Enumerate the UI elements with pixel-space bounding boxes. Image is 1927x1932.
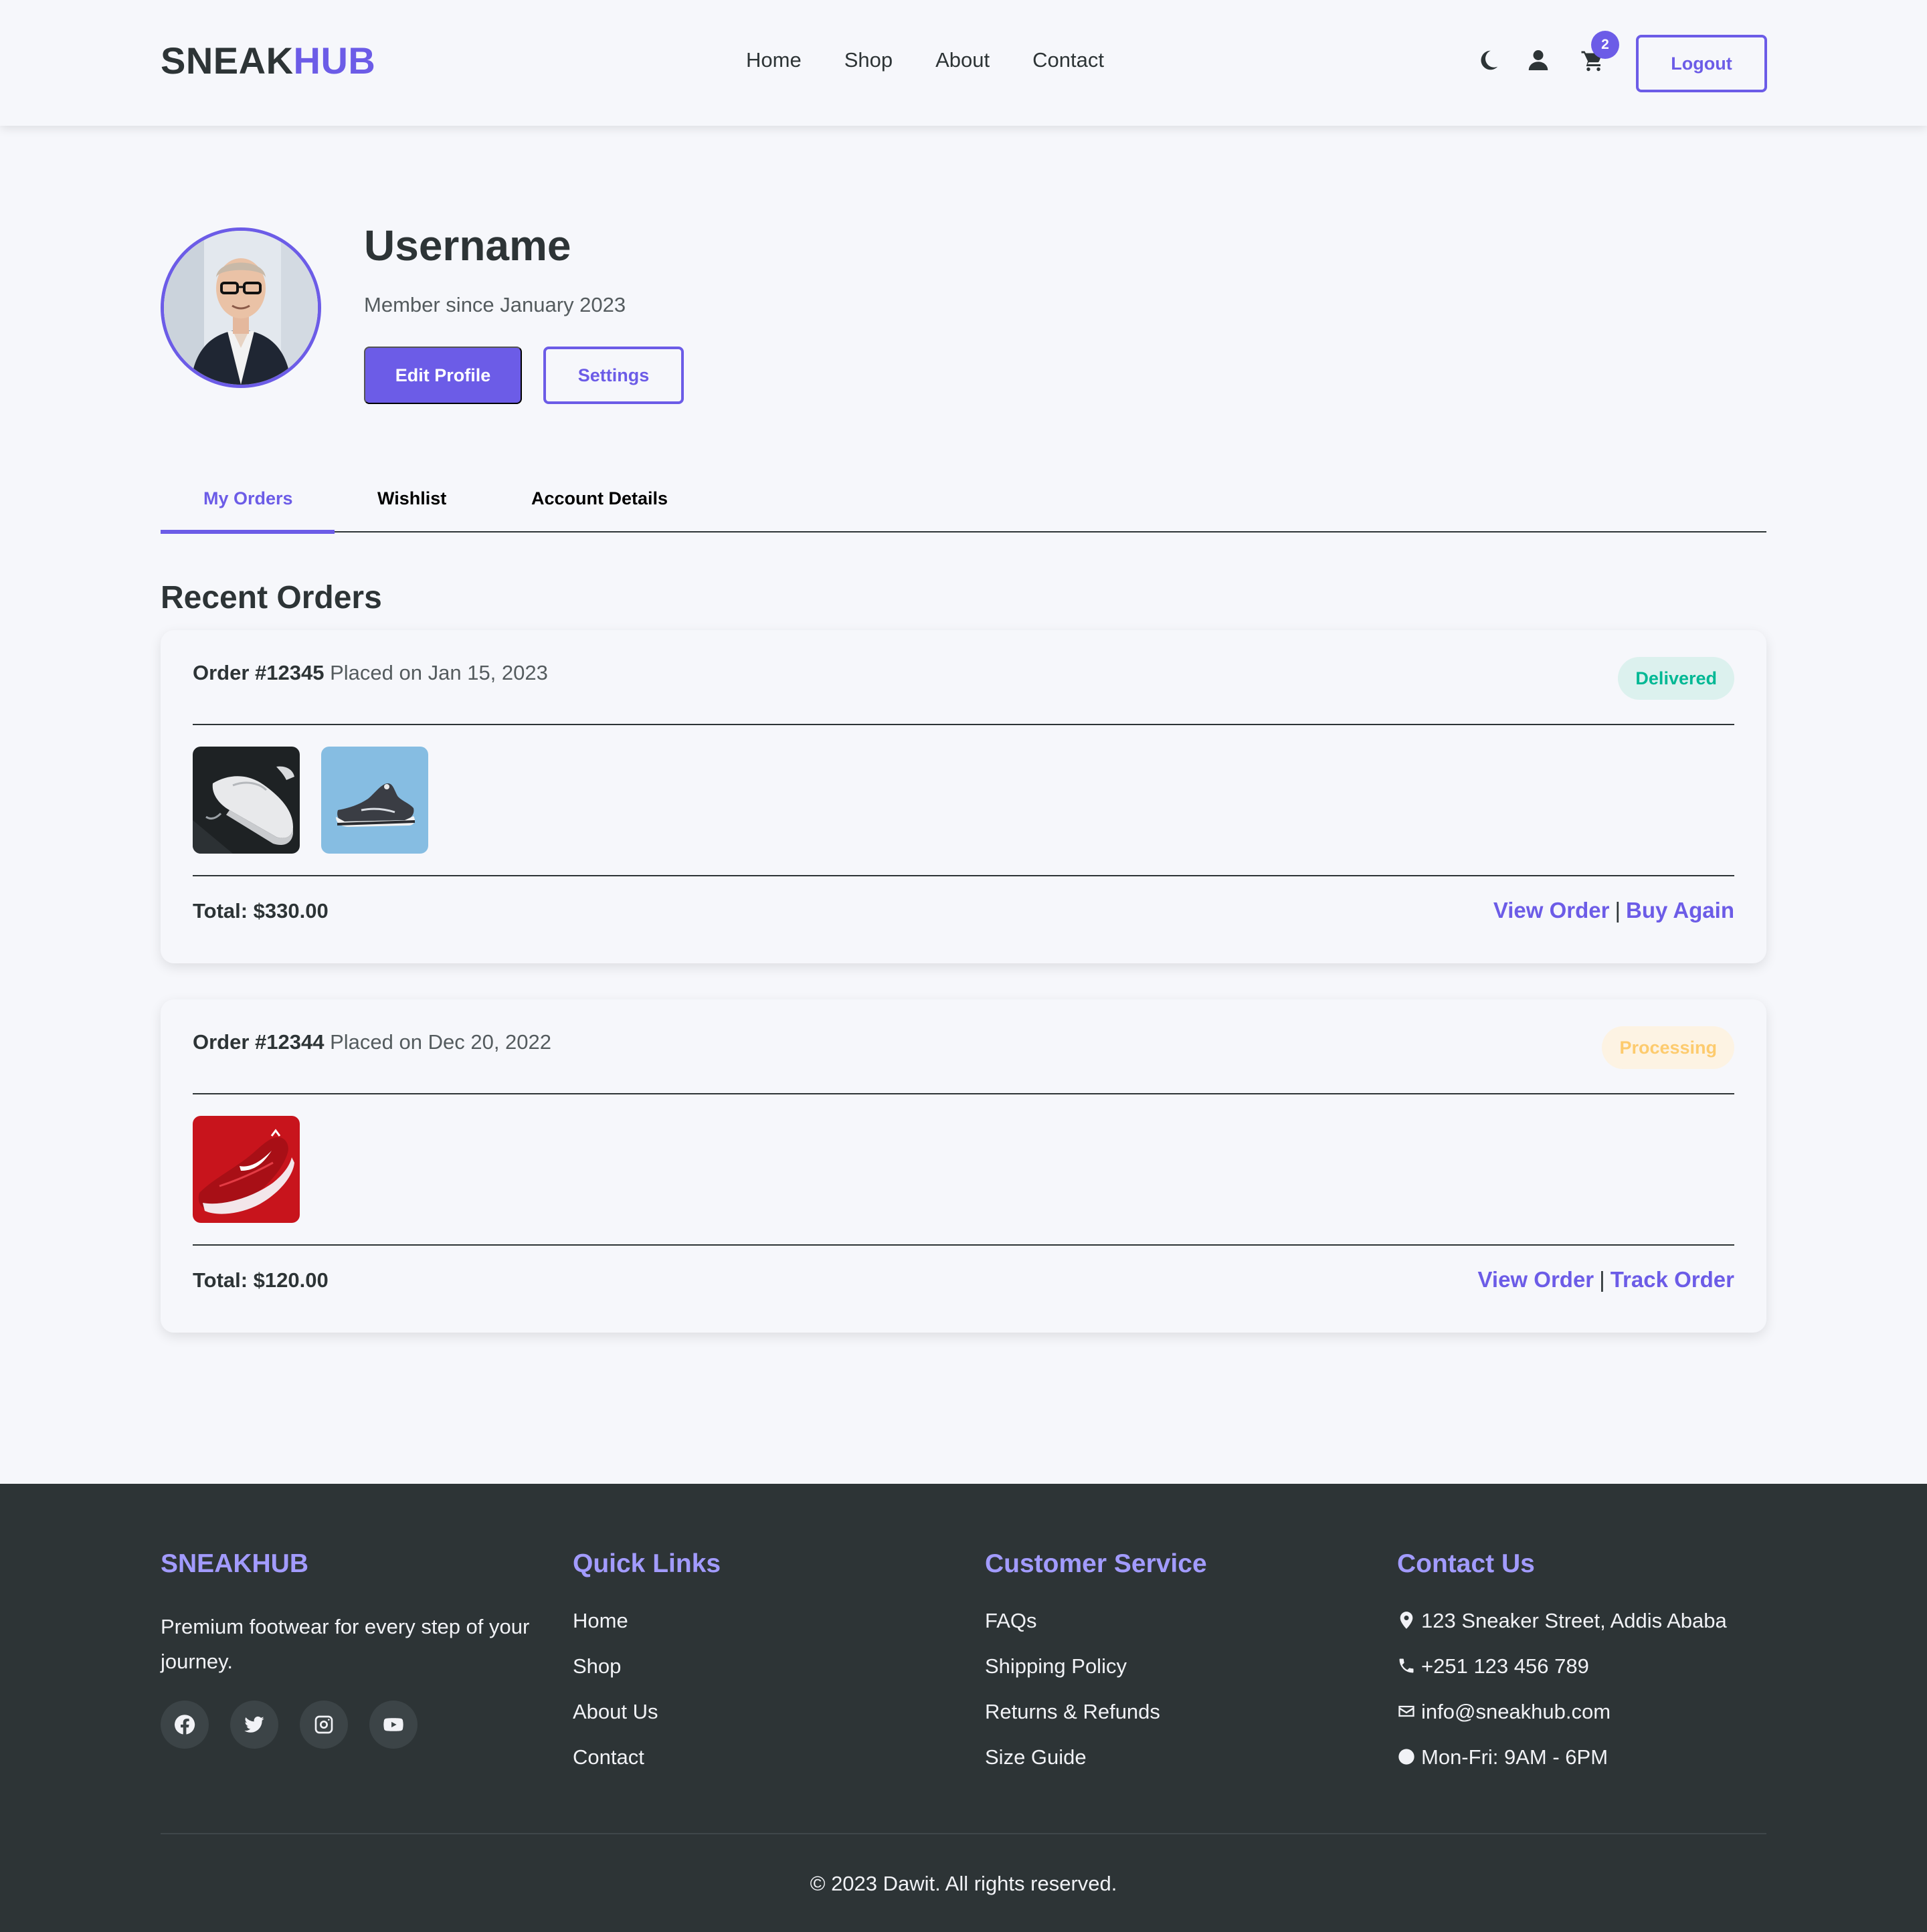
track-order-link[interactable]: Track Order bbox=[1611, 1267, 1734, 1292]
footer-link-faqs[interactable]: FAQs bbox=[985, 1610, 1207, 1655]
order-date: Placed on Jan 15, 2023 bbox=[330, 661, 548, 684]
contact-address: 123 Sneaker Street, Addis Ababa bbox=[1397, 1610, 1727, 1655]
order-date: Placed on Dec 20, 2022 bbox=[330, 1030, 552, 1054]
avatar bbox=[161, 227, 321, 388]
link-separator: | bbox=[1615, 898, 1621, 923]
profile-username: Username bbox=[364, 221, 571, 270]
order-number: Order #12344 bbox=[193, 1030, 325, 1054]
product-thumbnail[interactable] bbox=[193, 1116, 300, 1223]
site-footer: SNEAKHUB Premium footwear for every step… bbox=[0, 1484, 1927, 1932]
social-links bbox=[161, 1701, 418, 1749]
footer-link-home[interactable]: Home bbox=[573, 1610, 721, 1655]
order-card: Order #12345 Placed on Jan 15, 2023 Deli… bbox=[161, 630, 1766, 963]
edit-profile-button[interactable]: Edit Profile bbox=[364, 347, 522, 404]
footer-link-contact[interactable]: Contact bbox=[573, 1746, 721, 1792]
divider bbox=[193, 1244, 1734, 1246]
nav-about[interactable]: About bbox=[935, 48, 990, 72]
footer-brand: SNEAKHUB bbox=[161, 1549, 309, 1578]
order-actions: View Order | Track Order bbox=[1478, 1267, 1735, 1292]
order-number: Order #12345 bbox=[193, 661, 325, 684]
settings-button[interactable]: Settings bbox=[543, 347, 684, 404]
logo-text-sneak: SNEAK bbox=[161, 39, 294, 82]
contact-hours-text: Mon-Fri: 9AM - 6PM bbox=[1421, 1745, 1609, 1769]
divider bbox=[193, 724, 1734, 725]
contact-email: info@sneakhub.com bbox=[1397, 1701, 1727, 1746]
divider bbox=[193, 875, 1734, 876]
order-actions: View Order | Buy Again bbox=[1493, 898, 1734, 923]
map-marker-icon bbox=[1400, 1612, 1413, 1629]
product-thumbnail[interactable] bbox=[193, 747, 300, 854]
footer-link-shop[interactable]: Shop bbox=[573, 1655, 721, 1701]
order-card: Order #12344 Placed on Dec 20, 2022 Proc… bbox=[161, 999, 1766, 1333]
profile-tabs: My Orders Wishlist Account Details bbox=[161, 468, 1766, 534]
clock-icon bbox=[1398, 1749, 1414, 1765]
order-total: Total: $120.00 bbox=[193, 1268, 329, 1292]
site-header: SNEAKHUB Home Shop About Contact 2 Logou… bbox=[0, 0, 1927, 126]
tab-account-details[interactable]: Account Details bbox=[531, 488, 668, 509]
nav-contact[interactable]: Contact bbox=[1032, 48, 1104, 72]
twitter-icon[interactable] bbox=[230, 1701, 278, 1749]
tab-my-orders[interactable]: My Orders bbox=[203, 488, 293, 509]
view-order-link[interactable]: View Order bbox=[1478, 1267, 1594, 1292]
logo-text-hub: HUB bbox=[293, 39, 376, 82]
order-total: Total: $330.00 bbox=[193, 899, 329, 923]
tab-wishlist[interactable]: Wishlist bbox=[377, 488, 446, 509]
footer-link-about-us[interactable]: About Us bbox=[573, 1701, 721, 1746]
logout-button[interactable]: Logout bbox=[1636, 35, 1767, 92]
recent-orders-title: Recent Orders bbox=[161, 580, 382, 615]
nav-home[interactable]: Home bbox=[746, 48, 802, 72]
status-badge: Processing bbox=[1602, 1026, 1734, 1069]
contact-address-text: 123 Sneaker Street, Addis Ababa bbox=[1421, 1609, 1727, 1632]
contact-email-text[interactable]: info@sneakhub.com bbox=[1421, 1701, 1611, 1723]
order-header: Order #12344 Placed on Dec 20, 2022 bbox=[193, 1030, 551, 1054]
copyright: © 2023 Dawit. All rights reserved. bbox=[810, 1872, 1117, 1895]
footer-link-returns-refunds[interactable]: Returns & Refunds bbox=[985, 1701, 1207, 1746]
view-order-link[interactable]: View Order bbox=[1493, 898, 1610, 923]
footer-divider bbox=[161, 1833, 1766, 1834]
user-icon[interactable] bbox=[1525, 47, 1552, 74]
footer-link-size-guide[interactable]: Size Guide bbox=[985, 1746, 1207, 1792]
footer-quick-links: Quick Links Home Shop About Us Contact bbox=[573, 1549, 721, 1792]
youtube-icon[interactable] bbox=[369, 1701, 418, 1749]
contact-phone-text[interactable]: +251 123 456 789 bbox=[1421, 1655, 1589, 1678]
link-separator: | bbox=[1599, 1267, 1605, 1292]
phone-icon bbox=[1399, 1658, 1414, 1673]
product-thumbnail[interactable] bbox=[321, 747, 428, 854]
status-badge: Delivered bbox=[1618, 657, 1734, 700]
contact-us-title: Contact Us bbox=[1397, 1549, 1535, 1578]
order-header: Order #12345 Placed on Jan 15, 2023 bbox=[193, 661, 548, 685]
footer-customer-service: Customer Service FAQs Shipping Policy Re… bbox=[985, 1549, 1207, 1792]
envelope-icon bbox=[1398, 1705, 1414, 1717]
contact-hours: Mon-Fri: 9AM - 6PM bbox=[1397, 1746, 1727, 1792]
contact-phone: +251 123 456 789 bbox=[1397, 1655, 1727, 1701]
cart-count-badge: 2 bbox=[1591, 31, 1619, 59]
buy-again-link[interactable]: Buy Again bbox=[1626, 898, 1734, 923]
member-since: Member since January 2023 bbox=[364, 293, 626, 316]
footer-tagline: Premium footwear for every step of your … bbox=[161, 1615, 530, 1673]
facebook-icon[interactable] bbox=[161, 1701, 209, 1749]
footer-brand-column: SNEAKHUB Premium footwear for every step… bbox=[161, 1549, 535, 1679]
active-tab-indicator bbox=[161, 530, 335, 534]
main-nav: Home Shop About Contact bbox=[746, 48, 1104, 72]
footer-contact: Contact Us 123 Sneaker Street, Addis Aba… bbox=[1397, 1549, 1727, 1792]
quick-links-title: Quick Links bbox=[573, 1549, 721, 1578]
moon-icon[interactable] bbox=[1475, 47, 1501, 74]
customer-service-title: Customer Service bbox=[985, 1549, 1207, 1578]
logo[interactable]: SNEAKHUB bbox=[161, 39, 375, 82]
divider bbox=[193, 1093, 1734, 1094]
instagram-icon[interactable] bbox=[300, 1701, 348, 1749]
footer-link-shipping-policy[interactable]: Shipping Policy bbox=[985, 1655, 1207, 1701]
nav-shop[interactable]: Shop bbox=[844, 48, 893, 72]
